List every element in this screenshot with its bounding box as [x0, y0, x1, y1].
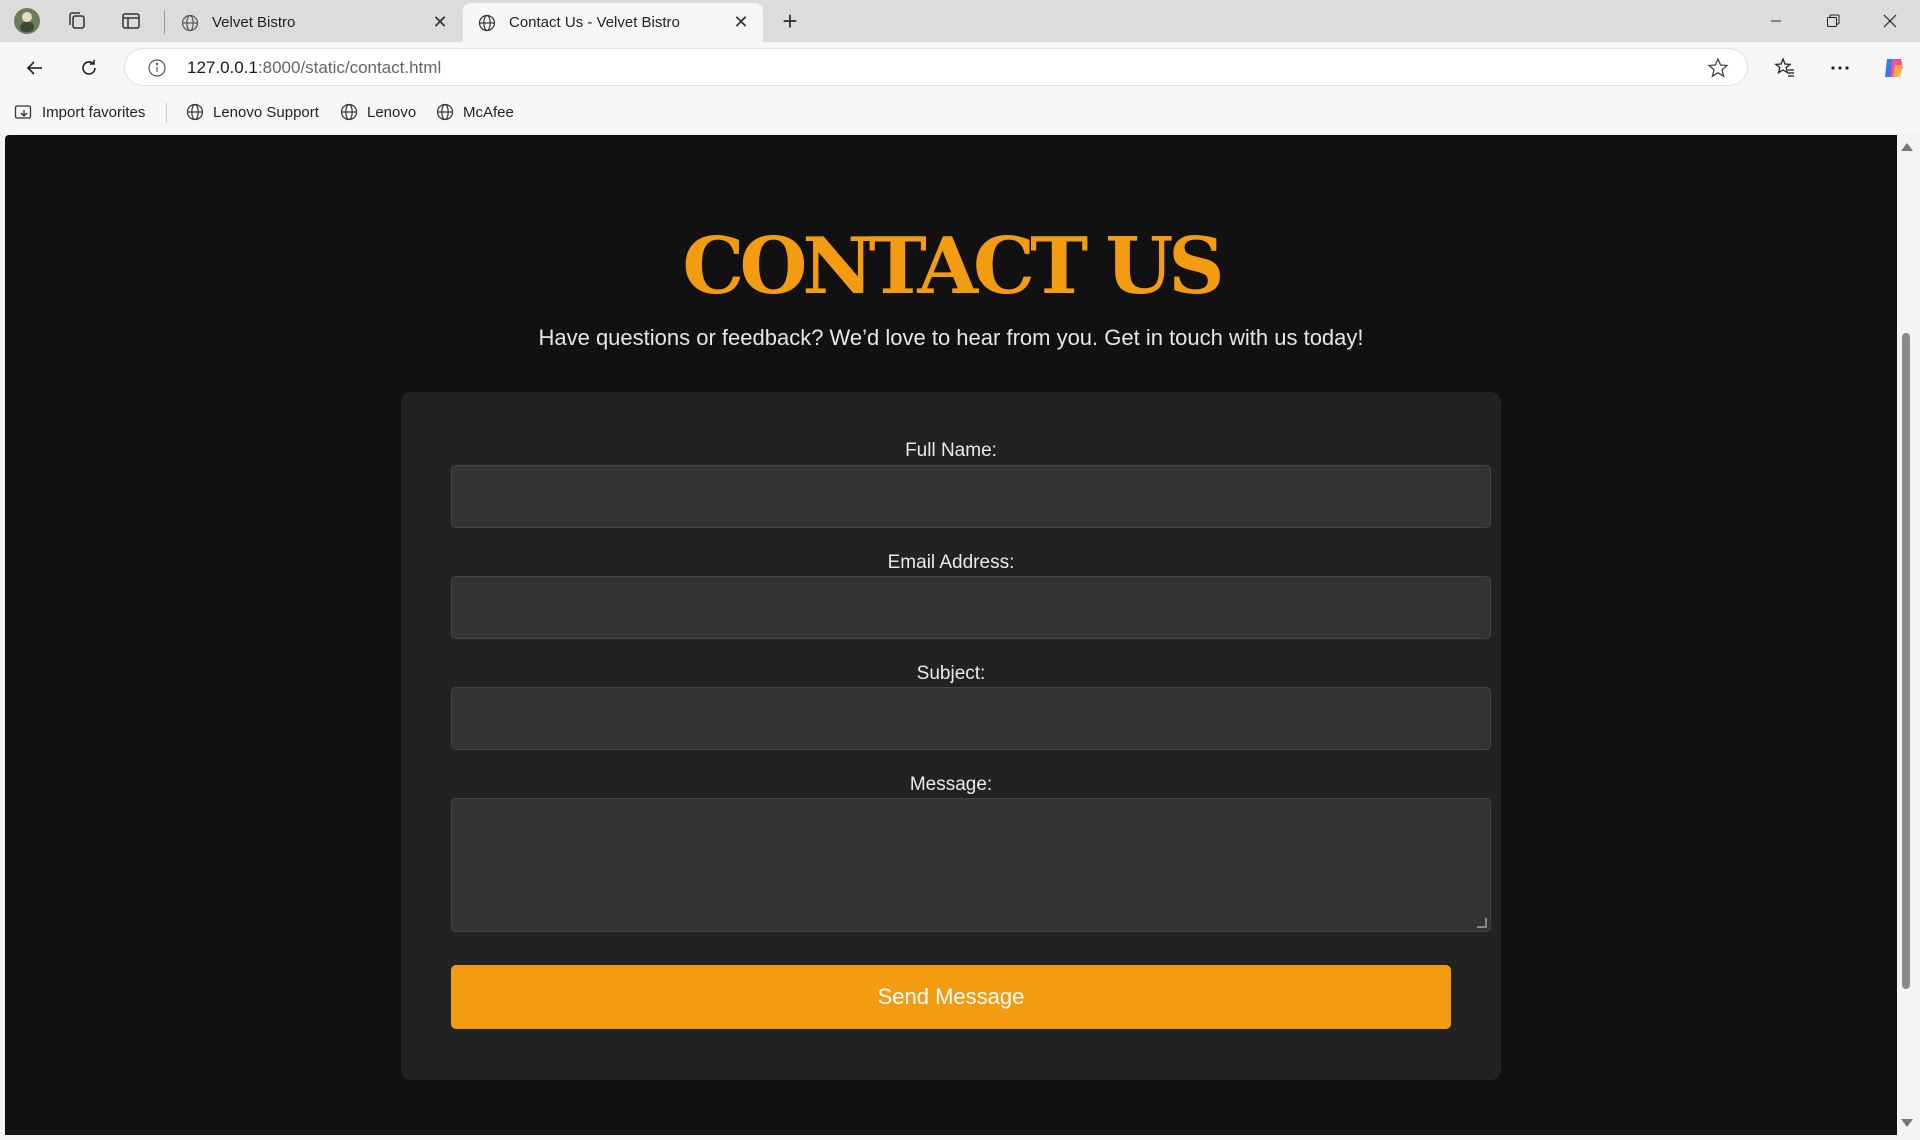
favorite-mcafee[interactable]: McAfee	[435, 102, 514, 122]
close-window-button[interactable]	[1862, 0, 1918, 42]
restore-button[interactable]	[1805, 0, 1861, 42]
navigation-bar: 127.0.0.1:8000/static/contact.html	[0, 42, 1920, 92]
subject-label: Subject:	[916, 663, 986, 684]
tab-velvet-bistro[interactable]: Velvet Bistro ✕	[166, 3, 462, 42]
message-textarea[interactable]	[451, 798, 1491, 932]
full-name-input[interactable]	[451, 465, 1491, 528]
favorites-separator	[166, 103, 167, 123]
tab-title: Contact Us - Velvet Bistro	[509, 14, 680, 31]
contact-form: Full Name: Email Address: Subject: Messa…	[401, 392, 1501, 1080]
tab-contact-us[interactable]: Contact Us - Velvet Bistro ✕	[463, 3, 763, 42]
close-tab-icon[interactable]: ✕	[430, 12, 450, 32]
globe-icon	[180, 13, 200, 33]
copilot-icon[interactable]	[1877, 51, 1911, 85]
favorite-import[interactable]: Import favorites	[14, 102, 145, 122]
close-tab-icon[interactable]: ✕	[731, 12, 751, 32]
vertical-tabs-icon[interactable]	[116, 6, 146, 36]
full-name-label: Full Name:	[905, 440, 997, 461]
email-label: Email Address:	[887, 552, 1015, 573]
address-bar[interactable]: 127.0.0.1:8000/static/contact.html	[124, 48, 1748, 86]
refresh-button[interactable]	[72, 51, 106, 85]
back-button[interactable]	[18, 51, 52, 85]
email-input[interactable]	[451, 576, 1491, 639]
tab-separator	[164, 10, 165, 34]
page-viewport: CONTACT US Have questions or feedback? W…	[5, 135, 1897, 1135]
new-tab-button[interactable]: +	[773, 6, 807, 36]
favorite-label: McAfee	[463, 103, 514, 121]
resize-grip-icon[interactable]	[1477, 918, 1487, 928]
site-info-icon[interactable]	[147, 58, 167, 78]
page-title: CONTACT US	[682, 221, 1224, 312]
favorite-label: Lenovo	[367, 103, 417, 121]
scroll-up-arrow-icon[interactable]	[1901, 143, 1913, 151]
favorite-lenovo-support[interactable]: Lenovo Support	[185, 102, 319, 122]
globe-icon	[339, 102, 359, 122]
import-icon	[14, 102, 34, 122]
favorite-label: Lenovo Support	[213, 103, 319, 121]
favorite-label: Import favorites	[42, 103, 146, 121]
globe-icon	[185, 102, 205, 122]
subject-input[interactable]	[451, 687, 1491, 750]
more-options-icon[interactable]	[1823, 51, 1857, 85]
globe-icon	[477, 13, 497, 33]
favorites-bar: Import favorites Lenovo Support Lenovo M…	[0, 92, 1920, 134]
globe-icon	[435, 102, 455, 122]
favorite-star-icon[interactable]	[1707, 57, 1729, 79]
tab-bar: Velvet Bistro ✕ Contact Us - Velvet Bist…	[0, 0, 1920, 42]
scrollbar-thumb[interactable]	[1902, 333, 1910, 989]
favorites-icon[interactable]	[1768, 51, 1802, 85]
favorite-lenovo[interactable]: Lenovo	[339, 102, 416, 122]
url-text: 127.0.0.1:8000/static/contact.html	[187, 58, 442, 77]
profile-avatar[interactable]	[12, 6, 42, 36]
collections-icon[interactable]	[62, 6, 92, 36]
minimize-button[interactable]	[1748, 0, 1804, 42]
scroll-down-arrow-icon[interactable]	[1901, 1119, 1913, 1127]
tab-title: Velvet Bistro	[212, 14, 296, 31]
vertical-scrollbar[interactable]	[1897, 135, 1915, 1135]
page-subtitle: Have questions or feedback? We’d love to…	[538, 325, 1364, 350]
message-label: Message:	[909, 774, 993, 795]
send-message-button[interactable]: Send Message	[451, 965, 1451, 1029]
